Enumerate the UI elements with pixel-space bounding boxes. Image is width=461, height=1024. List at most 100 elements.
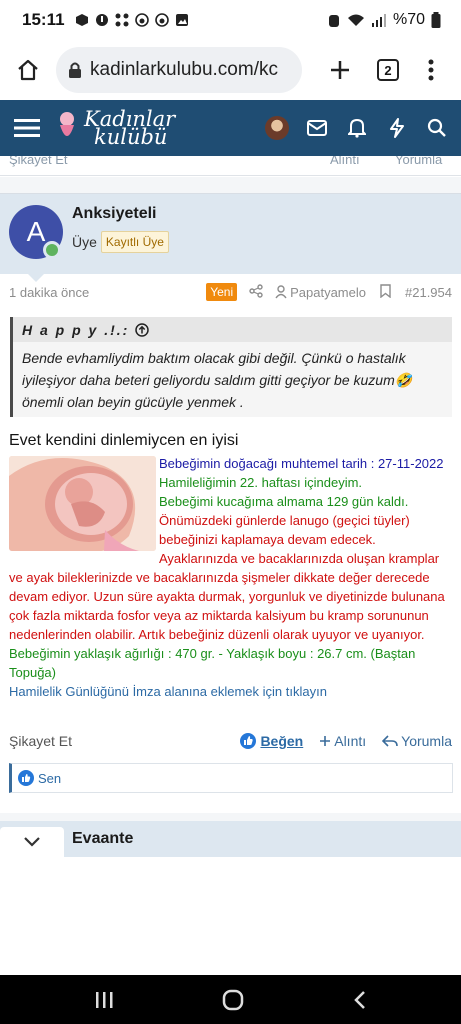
prev-report-link[interactable]: Şikayet Et xyxy=(9,156,68,167)
post-separator xyxy=(0,177,461,193)
image-icon xyxy=(175,14,188,26)
prev-quote-link[interactable]: Alıntı xyxy=(330,156,360,167)
previous-post-actions: Şikayet Et Alıntı Yorumla xyxy=(0,156,461,176)
sig-info-line-2: bebeğinizi kaplamaya devam edecek. xyxy=(159,532,376,547)
new-badge: Yeni xyxy=(206,283,238,301)
like-label: Beğen xyxy=(260,733,304,749)
site-header: Kadınlar kulübü xyxy=(0,100,461,156)
logo-text-2: kulübü xyxy=(94,125,168,149)
status-right: %70 xyxy=(327,11,441,29)
address-bar[interactable]: kadinlarkulubu.com/kc xyxy=(56,47,302,93)
tab-switcher-button[interactable]: 2 xyxy=(370,59,406,81)
sig-red-text: Ayaklarınızda ve bacaklarınızda oluşan k… xyxy=(9,551,445,642)
logo-mark-icon xyxy=(60,112,74,136)
reply-button[interactable]: Yorumla xyxy=(382,733,452,749)
user-title: Üye xyxy=(72,234,97,250)
member-badge: Kayıtlı Üye xyxy=(100,231,169,253)
plus-icon xyxy=(320,736,331,746)
sig-info-line-1: Önümüzdeki günlerde lanugo (geçici tüyle… xyxy=(159,513,410,528)
signal-icon xyxy=(371,14,386,27)
thumbs-up-glyph-icon xyxy=(22,774,31,782)
plus-icon xyxy=(331,61,349,79)
report-link[interactable]: Şikayet Et xyxy=(9,733,72,749)
header-actions xyxy=(257,116,461,140)
like-button[interactable]: Beğen xyxy=(240,733,303,749)
post-user-bar: A Anksiyeteli Üye Kayıtlı Üye xyxy=(0,194,461,282)
whats-new-button[interactable] xyxy=(377,118,417,138)
box-icon xyxy=(75,14,88,26)
share-icon xyxy=(249,283,263,298)
status-bar: 15:11 %70 xyxy=(0,0,461,40)
sig-week: Hamileliğimin 22. haftası içindeyim. xyxy=(159,475,363,490)
hamburger-icon xyxy=(14,119,40,137)
battery-text: %70 xyxy=(392,11,425,28)
thumbs-up-icon xyxy=(18,770,34,786)
reactions-text: Sen xyxy=(38,770,62,786)
lock-icon xyxy=(69,62,81,78)
alerts-button[interactable] xyxy=(337,118,377,138)
bookmark-icon xyxy=(380,283,391,298)
pregnancy-signature: Bebeğimin doğacağı muhtemel tarih : 27-1… xyxy=(9,454,454,701)
account-button[interactable] xyxy=(257,116,297,140)
quote-block: H a p p y .!.: Bende evhamliydim baktım … xyxy=(10,317,452,417)
new-tab-button[interactable] xyxy=(310,59,370,81)
share-button[interactable] xyxy=(249,283,263,301)
quote-author: H a p p y .!.: xyxy=(22,321,130,338)
alarm-icon xyxy=(328,15,339,27)
arrow-up-circle-icon xyxy=(135,322,150,337)
status-time: 15:11 xyxy=(22,10,65,29)
chevron-down-icon xyxy=(24,837,40,847)
wifi-icon xyxy=(347,14,364,26)
grid-icon xyxy=(115,13,129,27)
reaction-user-name: Papatyamelo xyxy=(290,284,366,300)
reply-label: Yorumla xyxy=(401,733,452,749)
post-separator-2 xyxy=(0,813,461,821)
prev-reply-link[interactable]: Yorumla xyxy=(395,156,442,167)
tab-count: 2 xyxy=(377,59,399,81)
reactions-bar[interactable]: Sen xyxy=(9,763,453,793)
post-message: Evet kendini dinlemiycen en iyisi xyxy=(9,432,239,449)
reddit-icon xyxy=(154,13,169,27)
notification-icon xyxy=(95,14,108,26)
online-indicator-icon xyxy=(43,241,61,259)
url-text: kadinlarkulubu.com/kc xyxy=(90,59,278,80)
site-logo[interactable]: Kadınlar kulübü xyxy=(54,109,175,149)
quote-header[interactable]: H a p p y .!.: xyxy=(13,317,452,342)
browser-toolbar: kadinlarkulubu.com/kc 2 xyxy=(0,40,461,100)
inbox-button[interactable] xyxy=(297,120,337,136)
battery-icon xyxy=(431,12,441,28)
next-post-body xyxy=(0,857,461,975)
sig-size: Bebeğimin yaklaşık ağırlığı : 470 gr. - … xyxy=(9,646,416,680)
home-nav-icon[interactable] xyxy=(222,989,244,1011)
home-button[interactable] xyxy=(0,58,56,82)
forum-post: A Anksiyeteli Üye Kayıtlı Üye 1 dakika ö… xyxy=(0,193,461,813)
search-icon xyxy=(427,118,446,137)
post-meta: 1 dakika önce Yeni Papatyamelo #21.954 xyxy=(0,278,461,306)
user-icon xyxy=(275,285,287,299)
quote-label: Alıntı xyxy=(334,733,367,749)
thumbs-up-icon xyxy=(240,733,257,749)
envelope-icon xyxy=(307,120,327,136)
menu-button[interactable] xyxy=(0,118,54,138)
sig-due-date: Bebeğimin doğacağı muhtemel tarih : 27-1… xyxy=(159,456,444,471)
recent-apps-icon[interactable] xyxy=(94,990,114,1010)
bookmark-button[interactable] xyxy=(380,283,391,301)
more-vert-icon xyxy=(428,59,434,81)
sig-link[interactable]: Hamilelik Günlüğünü İmza alanına eklemek… xyxy=(9,682,454,701)
browser-menu-button[interactable] xyxy=(406,59,456,81)
next-post-username[interactable]: Evaante xyxy=(72,830,133,848)
quote-text: Bende evhamliydim baktım olacak gibi değ… xyxy=(22,350,413,410)
search-button[interactable] xyxy=(417,118,457,138)
post-number[interactable]: #21.954 xyxy=(405,285,452,300)
home-icon xyxy=(18,59,38,81)
quote-button[interactable]: Alıntı xyxy=(319,733,366,749)
post-username[interactable]: Anksiyeteli xyxy=(72,205,156,223)
reaction-user[interactable]: Papatyamelo xyxy=(275,285,366,300)
reply-icon xyxy=(382,735,398,747)
collapse-button[interactable] xyxy=(0,827,64,857)
sig-days-left: Bebeğimi kucağıma almama 129 gün kaldı. xyxy=(159,494,409,509)
back-icon[interactable] xyxy=(353,990,367,1010)
avatar xyxy=(265,116,289,140)
post-time[interactable]: 1 dakika önce xyxy=(9,285,89,300)
system-nav-bar xyxy=(0,975,461,1024)
